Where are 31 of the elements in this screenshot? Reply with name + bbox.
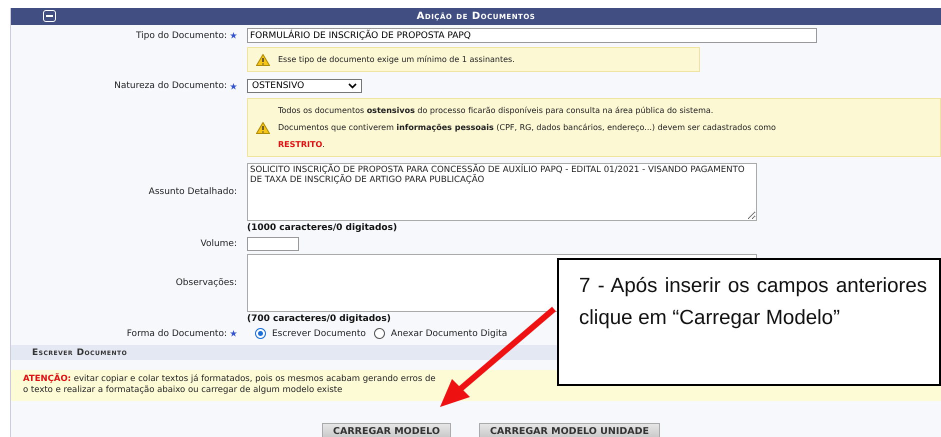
warning-icon — [256, 122, 270, 134]
radio-label: Anexar Documento Digita — [390, 328, 508, 338]
load-template-button[interactable]: CARREGAR MODELO UNIDADE — [478, 423, 660, 437]
radio-button[interactable] — [255, 328, 266, 339]
panel-title: Adição de Documentos — [416, 11, 536, 22]
collapse-icon[interactable] — [43, 10, 56, 22]
field-label: Tipo do Documento: — [11, 30, 237, 40]
warning-text: Esse tipo de documento exige um mínimo de 1 assinantes. — [278, 54, 515, 66]
character-counter: (1000 caracteres/0 digitados) — [247, 223, 398, 233]
info-text: RESTRITO. — [278, 139, 326, 151]
warning-icon — [256, 54, 270, 66]
attention-text: ATENÇÃO: evitar copiar e colar textos já formatados, pois os mesmos acabam gerando erros de — [23, 374, 437, 385]
volume-field[interactable] — [247, 237, 299, 251]
field-label: Assunto Detalhado: — [148, 187, 237, 197]
radio-label: Escrever Documento — [272, 328, 366, 338]
field-label: Observações: — [174, 278, 237, 288]
field-label: Forma do Documento: — [11, 328, 237, 338]
subject-textarea[interactable]: SOLICITO INSCRIÇÃO DE PROPOSTA PARA CONCESSÃO DE AUXÍLIO PAPQ - EDITAL 01/2021 - VISANDO PAGAMENTO DE TAXA DE INSCRIÇÃO DE ARTIGO PARA PUBLICAÇÃO — [247, 163, 757, 221]
field-label: Natureza do Documento: — [11, 81, 237, 91]
load-template-button[interactable]: CARREGAR MODELO — [322, 423, 451, 437]
nature-select[interactable]: OSTENSIVO — [247, 79, 362, 93]
field-label: Volume: — [199, 239, 237, 249]
chevron-down-icon — [348, 83, 357, 89]
info-text: Todos os documentos ostensivos do processo ficarão disponíveis para consulta na área pública do sistema. — [278, 105, 714, 117]
info-text: Documentos que contiverem informações pessoais (CPF, RG, dados bancários, endereço...) devem ser cadastrados como — [278, 122, 776, 134]
radio-button[interactable] — [374, 328, 385, 339]
instruction-tooltip: 7 - Após inserir os campos anteriores clique em “Carregar Modelo” — [557, 258, 941, 386]
attention-text: o texto e realizar a formatação abaixo ou carregar de algum modelo existe — [23, 385, 344, 396]
character-counter: (700 caracteres/0 digitados) — [247, 314, 391, 324]
section-title: Escrever Documento — [32, 348, 128, 358]
document-type-field[interactable]: FORMULÁRIO DE INSCRIÇÃO DE PROPOSTA PAPQ — [247, 28, 817, 43]
